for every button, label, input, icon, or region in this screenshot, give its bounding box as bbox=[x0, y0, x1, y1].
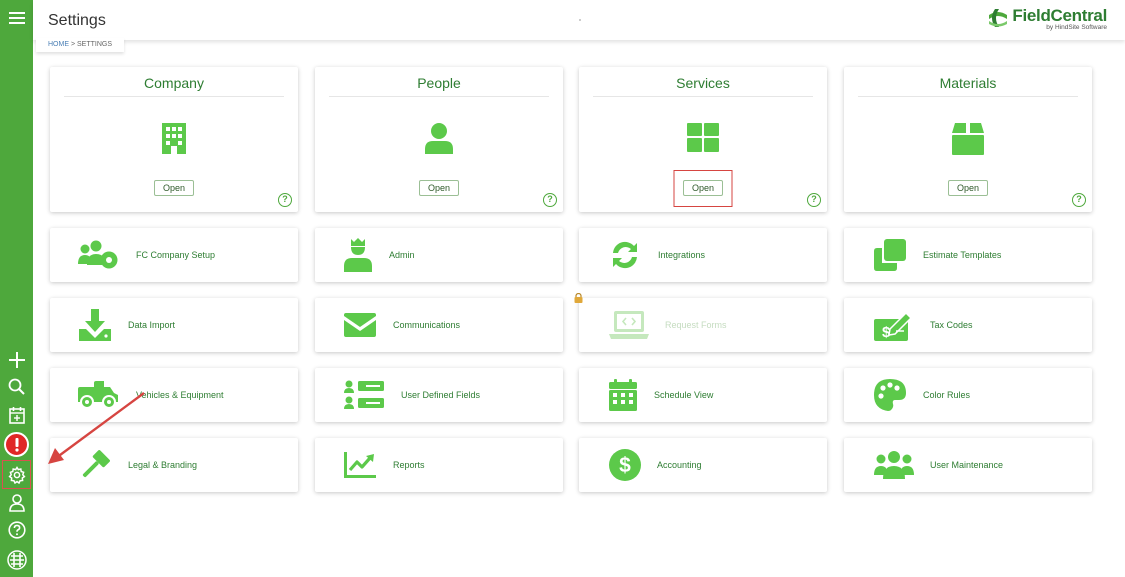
help-button[interactable] bbox=[3, 516, 30, 543]
hamburger-menu-icon bbox=[8, 11, 25, 24]
logo-subtitle: by HindSite Software bbox=[1046, 24, 1107, 31]
user-fields-icon bbox=[344, 380, 384, 409]
tile-schedule-view[interactable]: Schedule View bbox=[579, 368, 827, 422]
tile-label: Communications bbox=[393, 320, 461, 330]
tile-label: Reports bbox=[393, 460, 425, 470]
company-open-button[interactable]: Open bbox=[154, 180, 194, 196]
tile-label: Request Forms bbox=[665, 320, 727, 330]
tile-integrations[interactable]: Integrations bbox=[579, 228, 827, 282]
breadcrumb-home[interactable]: HOME bbox=[48, 41, 69, 48]
laptop-code-icon bbox=[609, 311, 649, 339]
materials-open-button[interactable]: Open bbox=[948, 180, 988, 196]
company-help-button[interactable]: ? bbox=[278, 193, 292, 207]
add-button[interactable] bbox=[3, 346, 30, 373]
money-pen-icon: $ bbox=[874, 311, 913, 341]
people-help-button[interactable]: ? bbox=[543, 193, 557, 207]
copy-icon bbox=[874, 239, 906, 271]
annotation-arrow bbox=[48, 392, 145, 464]
grid-icon bbox=[687, 123, 719, 152]
tile-estimate-templates[interactable]: Estimate Templates bbox=[844, 228, 1092, 282]
fieldcentral-logo[interactable]: FieldCentral by HindSite Software bbox=[987, 7, 1107, 35]
card-divider bbox=[64, 96, 284, 97]
tile-admin[interactable]: Admin bbox=[315, 228, 563, 282]
search-button[interactable] bbox=[3, 373, 30, 400]
person-icon bbox=[425, 123, 453, 154]
breadcrumb: HOME > SETTINGS bbox=[36, 38, 125, 52]
tile-communications[interactable]: Communications bbox=[315, 298, 563, 352]
card-title: People bbox=[417, 75, 461, 91]
svg-text:$: $ bbox=[619, 454, 631, 477]
tile-fc-company-setup[interactable]: FC Company Setup bbox=[50, 228, 298, 282]
logo-name: FieldCentral bbox=[1012, 6, 1107, 25]
fieldcentral-logo-icon bbox=[6, 549, 27, 570]
building-icon bbox=[162, 123, 186, 154]
breadcrumb-separator: > bbox=[70, 41, 76, 48]
tile-color-rules[interactable]: Color Rules bbox=[844, 368, 1092, 422]
tile-label: Data Import bbox=[128, 320, 176, 330]
menu-button[interactable] bbox=[3, 4, 30, 31]
tile-accounting[interactable]: $ Accounting bbox=[579, 438, 827, 492]
breadcrumb-current: SETTINGS bbox=[77, 41, 113, 48]
dollar-circle-icon: $ bbox=[609, 449, 641, 481]
brand-button[interactable] bbox=[3, 546, 30, 573]
tile-label: Tax Codes bbox=[930, 320, 973, 330]
tile-label: Accounting bbox=[657, 460, 702, 470]
box-icon bbox=[952, 123, 984, 155]
tile-label: Schedule View bbox=[654, 390, 714, 400]
tile-label: Integrations bbox=[658, 250, 706, 260]
header-dot bbox=[579, 19, 581, 21]
tile-data-import[interactable]: Data Import bbox=[50, 298, 298, 352]
lock-icon bbox=[574, 293, 583, 303]
materials-card: Materials Open ? bbox=[844, 67, 1092, 212]
card-divider bbox=[329, 96, 549, 97]
company-card: Company Open ? bbox=[50, 67, 298, 212]
card-divider bbox=[858, 96, 1078, 97]
tile-user-maintenance[interactable]: User Maintenance bbox=[844, 438, 1092, 492]
tile-label: Estimate Templates bbox=[923, 250, 1002, 260]
chart-line-icon bbox=[344, 452, 376, 478]
tile-label: Admin bbox=[389, 250, 415, 260]
users-gear-icon bbox=[78, 240, 118, 269]
admin-crown-icon bbox=[344, 238, 372, 272]
sidebar bbox=[0, 0, 33, 577]
top-header: Settings FieldCentral by HindSite Softwa… bbox=[33, 0, 1125, 40]
alerts-button[interactable] bbox=[4, 432, 29, 457]
tile-label: User Defined Fields bbox=[401, 390, 481, 400]
services-card: Services Open ? bbox=[579, 67, 827, 212]
plus-icon bbox=[8, 351, 25, 368]
card-title: Company bbox=[144, 75, 204, 91]
services-help-button[interactable]: ? bbox=[807, 193, 821, 207]
fieldcentral-mark-icon bbox=[989, 9, 1008, 27]
people-open-button[interactable]: Open bbox=[419, 180, 459, 196]
card-title: Materials bbox=[939, 75, 997, 91]
download-icon bbox=[79, 309, 111, 341]
users-icon bbox=[874, 451, 914, 479]
tile-label: User Maintenance bbox=[930, 460, 1004, 470]
materials-help-button[interactable]: ? bbox=[1072, 193, 1086, 207]
page-title: Settings bbox=[48, 12, 106, 29]
settings-button[interactable] bbox=[2, 460, 31, 489]
tile-label: FC Company Setup bbox=[136, 250, 216, 260]
profile-button[interactable] bbox=[3, 489, 30, 516]
calendar-add-icon bbox=[8, 406, 25, 424]
help-icon bbox=[7, 520, 26, 539]
schedule-button[interactable] bbox=[3, 401, 30, 428]
tile-label: Color Rules bbox=[923, 390, 971, 400]
card-divider bbox=[593, 96, 813, 97]
gear-icon bbox=[7, 465, 26, 484]
tile-user-defined-fields[interactable]: User Defined Fields bbox=[315, 368, 563, 422]
search-icon bbox=[8, 378, 25, 395]
sync-icon bbox=[613, 241, 637, 269]
calendar-icon bbox=[609, 379, 637, 411]
palette-icon bbox=[874, 379, 906, 411]
user-icon bbox=[8, 493, 25, 512]
card-title: Services bbox=[676, 75, 730, 91]
alert-icon bbox=[14, 437, 19, 452]
tile-reports[interactable]: Reports bbox=[315, 438, 563, 492]
services-open-button[interactable]: Open bbox=[683, 180, 723, 196]
envelope-icon bbox=[344, 313, 376, 337]
tile-request-forms: Request Forms bbox=[579, 298, 827, 352]
tile-tax-codes[interactable]: $ Tax Codes bbox=[844, 298, 1092, 352]
people-card: People Open ? bbox=[315, 67, 563, 212]
